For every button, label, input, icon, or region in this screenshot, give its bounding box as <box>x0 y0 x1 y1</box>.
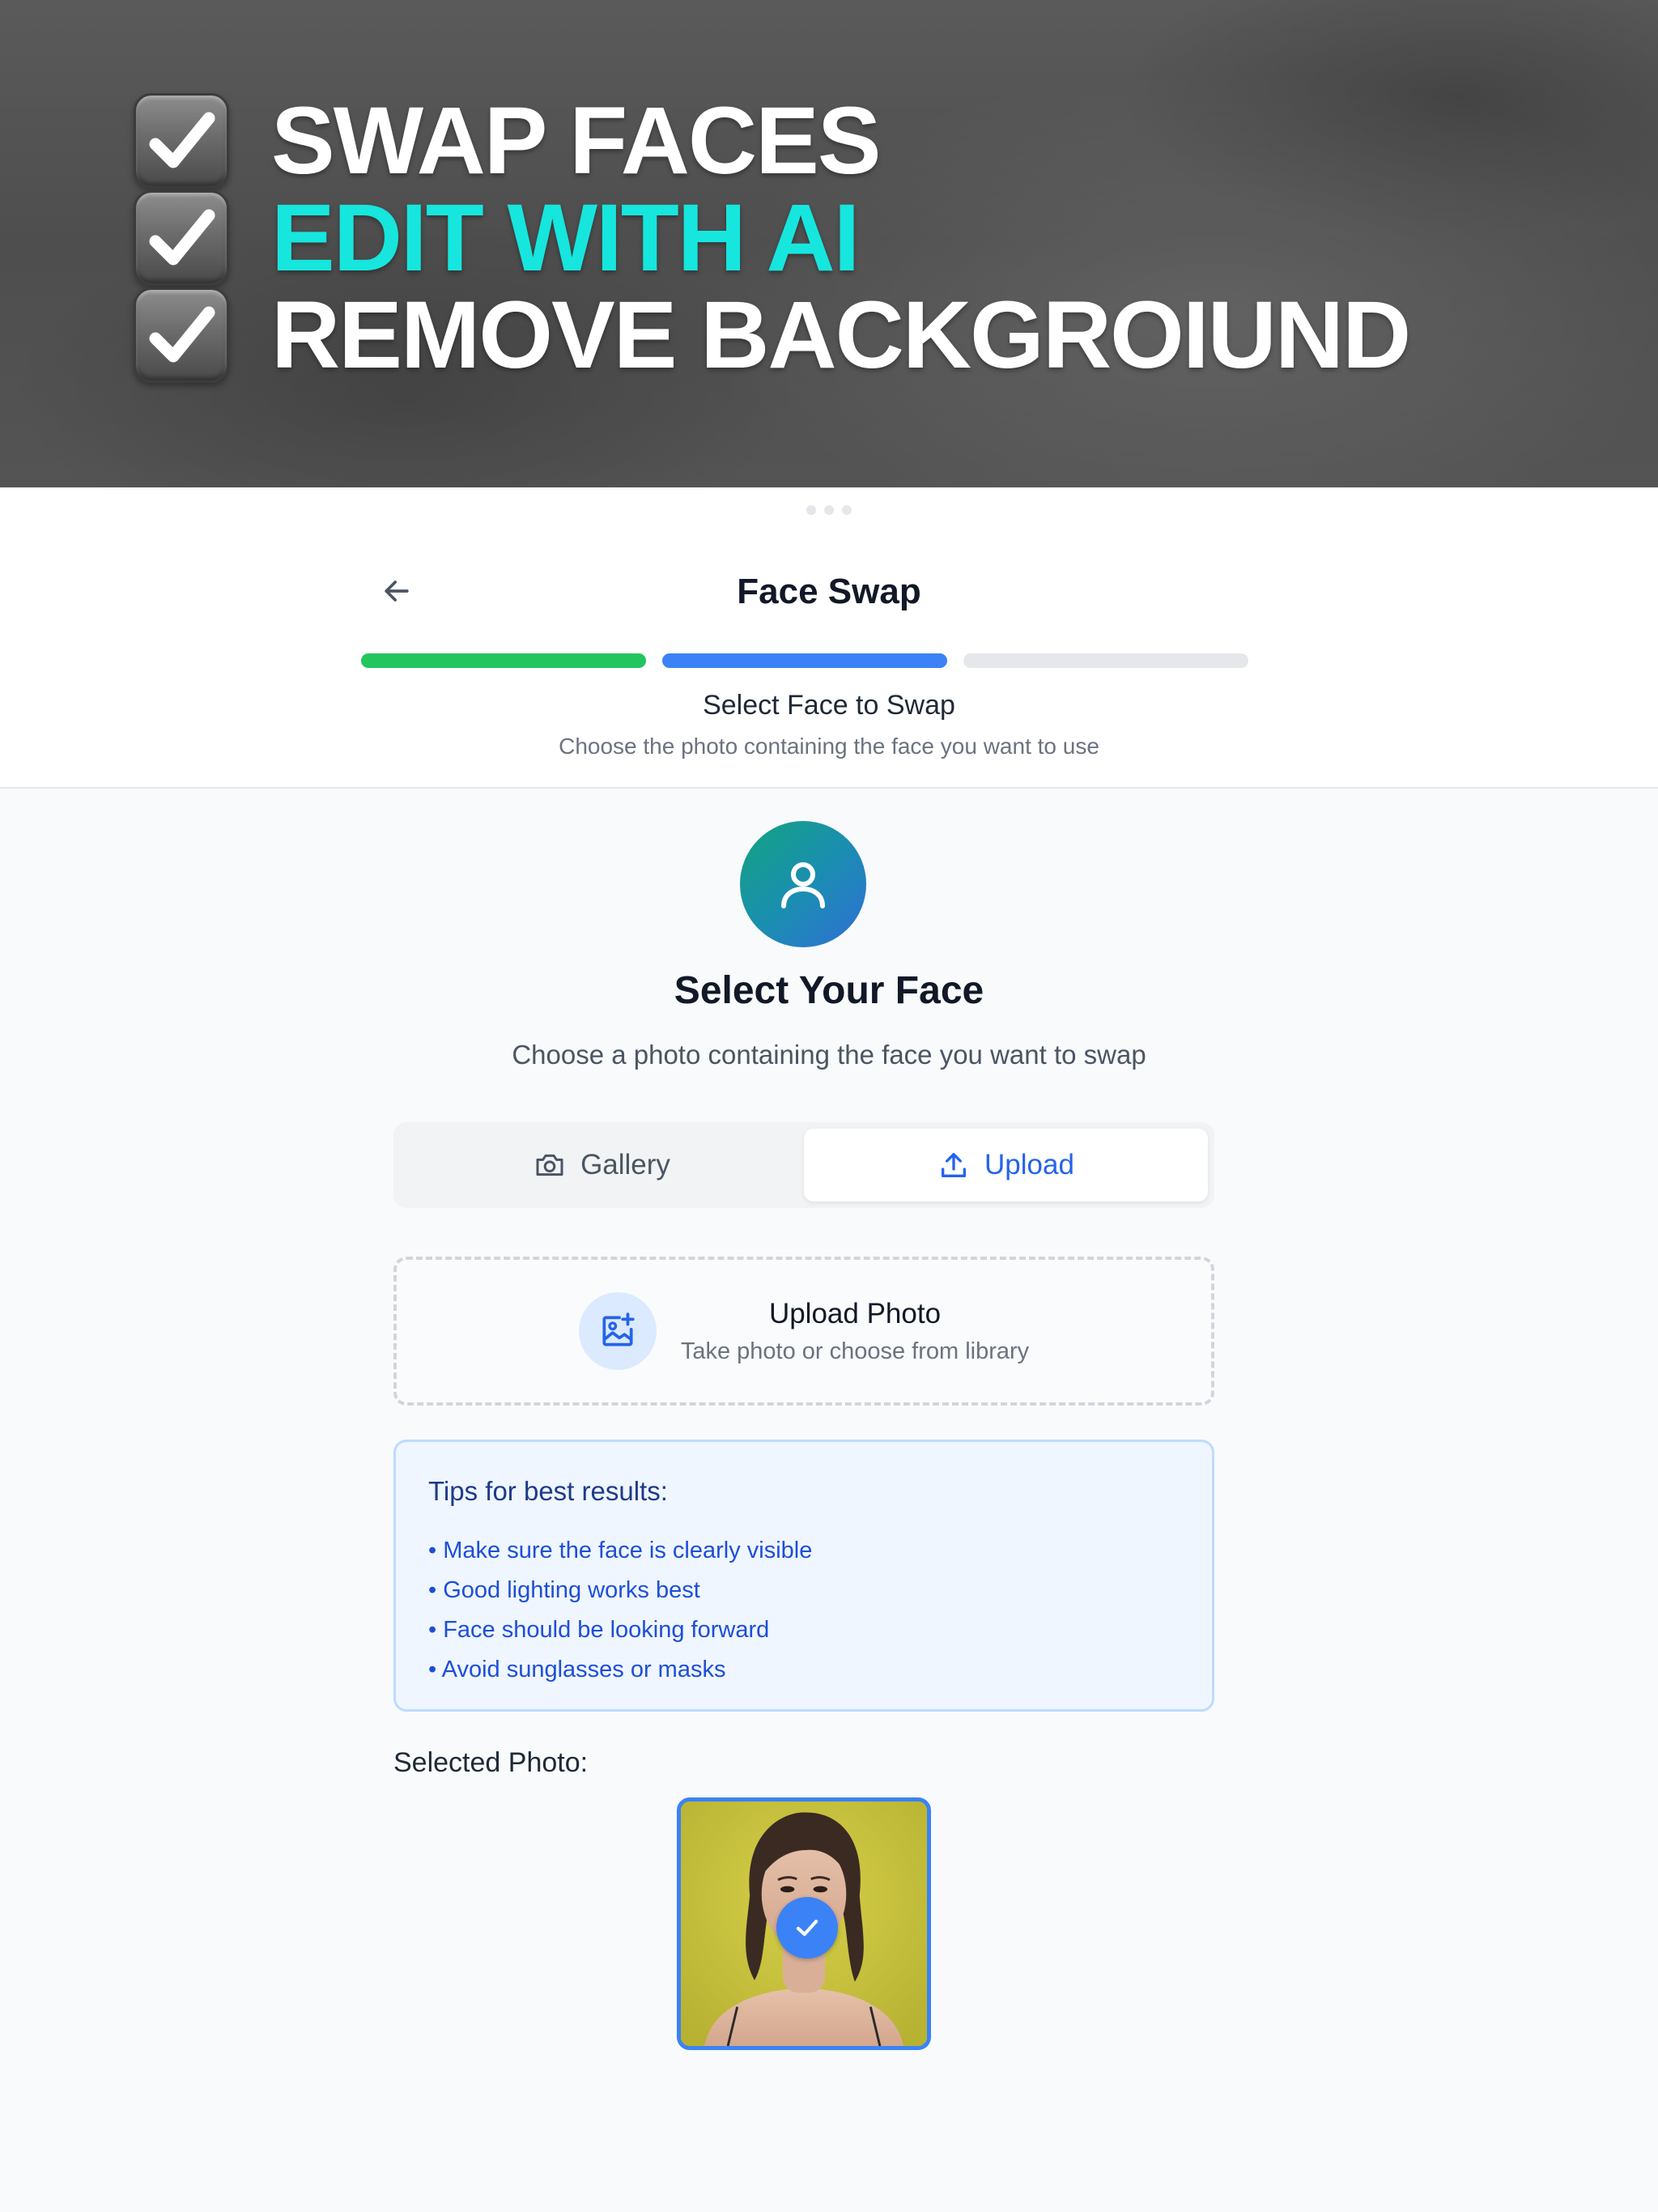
selected-check-icon <box>776 1897 838 1959</box>
upload-icon <box>942 1153 967 1177</box>
promo-text: REMOVE BACKGROIUND <box>271 282 1411 389</box>
step-title: Select Face to Swap <box>703 690 955 721</box>
promo-line-swap-faces: SWAP FACES <box>134 87 882 194</box>
upload-photo-dropzone[interactable]: Upload Photo Take photo or choose from l… <box>393 1257 1214 1406</box>
checkbox-icon <box>134 190 229 286</box>
tip-item: Make sure the face is clearly visible <box>428 1531 1180 1571</box>
progress-step-2 <box>662 653 947 668</box>
promo-line-edit-with-ai: EDIT WITH AI <box>134 185 860 291</box>
image-plus-icon <box>602 1312 635 1346</box>
promo-line-remove-background: REMOVE BACKGROIUND <box>134 282 1411 389</box>
camera-icon <box>536 1154 563 1176</box>
step-subtitle: Choose the photo containing the face you… <box>559 734 1099 759</box>
user-icon <box>781 862 825 908</box>
page-title: Face Swap <box>737 572 921 611</box>
upload-icon-badge <box>578 1292 657 1370</box>
promo-text: SWAP FACES <box>271 87 882 194</box>
progress-step-3 <box>963 653 1248 668</box>
selected-photo-thumbnail[interactable] <box>677 1797 931 2050</box>
checkbox-icon <box>134 93 229 189</box>
tab-gallery[interactable]: Gallery <box>400 1129 804 1202</box>
promo-banner: SWAP FACES EDIT WITH AI REMOVE BACKGROIU… <box>0 0 1658 487</box>
tab-label: Gallery <box>580 1149 670 1180</box>
tip-item: Good lighting works best <box>428 1571 1180 1610</box>
section-title: Select Your Face <box>674 969 984 1012</box>
tips-title: Tips for best results: <box>428 1476 668 1506</box>
selected-photo-label: Selected Photo: <box>393 1747 589 1778</box>
user-icon-badge <box>740 821 866 947</box>
source-tabs: Gallery Upload <box>393 1122 1214 1208</box>
tips-list: Make sure the face is clearly visible Go… <box>428 1531 1180 1690</box>
checkbox-icon <box>134 287 229 383</box>
tip-item: Face should be looking forward <box>428 1610 1180 1650</box>
upload-subtitle: Take photo or choose from library <box>680 1338 1030 1364</box>
step-progress <box>361 653 1248 668</box>
tips-panel: Tips for best results: Make sure the fac… <box>393 1440 1214 1712</box>
section-subtitle: Choose a photo containing the face you w… <box>512 1040 1146 1070</box>
page-header: Face Swap Select Face to Swap Choose the… <box>0 487 1658 789</box>
tab-upload[interactable]: Upload <box>804 1129 1208 1202</box>
tab-label: Upload <box>984 1149 1074 1180</box>
upload-title: Upload Photo <box>768 1297 942 1329</box>
promo-text: EDIT WITH AI <box>271 185 860 291</box>
drag-handle[interactable] <box>806 505 852 515</box>
progress-step-1 <box>361 653 646 668</box>
tip-item: Avoid sunglasses or masks <box>428 1650 1180 1690</box>
